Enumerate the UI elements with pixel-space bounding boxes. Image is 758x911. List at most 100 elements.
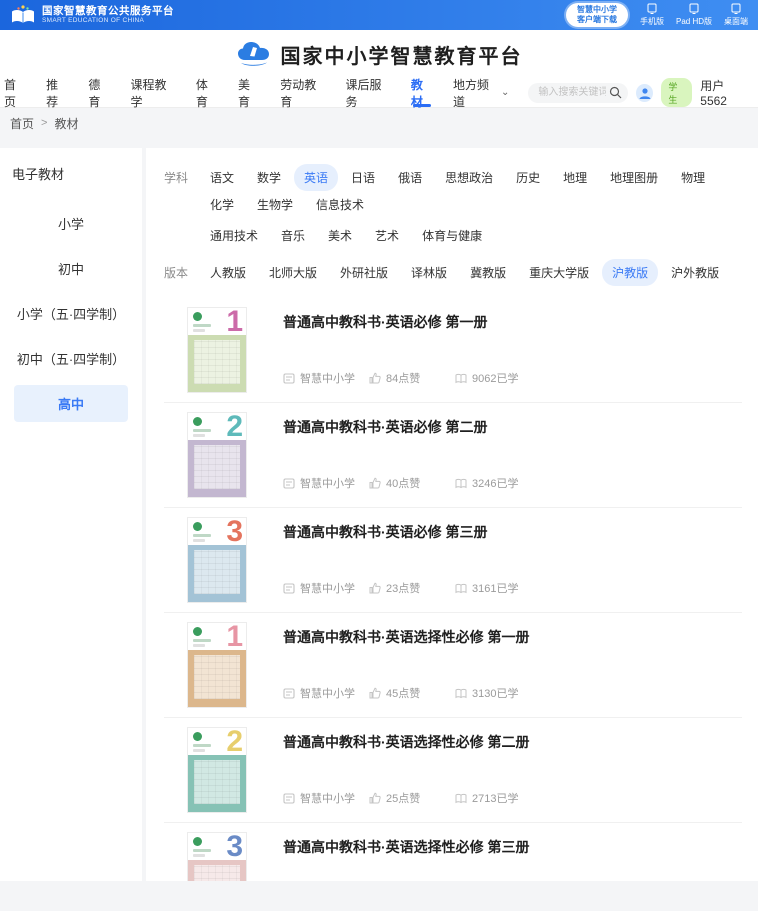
filter-option[interactable]: 译林版 — [401, 259, 457, 286]
book-row[interactable]: 2 普通高中教科书·英语必修 第二册 智慧中小学 40 — [164, 403, 742, 508]
filter-option[interactable]: 历史 — [506, 164, 550, 191]
nav-item[interactable]: 美育 ⌄ — [238, 78, 261, 107]
cover-art — [188, 335, 246, 392]
filter-option[interactable]: 沪教版 — [602, 259, 658, 286]
book-likes[interactable]: 84点赞 — [369, 370, 455, 386]
book-row[interactable]: 2 普通高中教科书·英语选择性必修 第二册 智慧中小学 — [164, 718, 742, 823]
book-row[interactable]: 3 普通高中教科书·英语选择性必修 第三册 智慧中小学 — [164, 823, 742, 881]
book-source: 智慧中小学 — [283, 580, 369, 596]
filter-option[interactable]: 英语 — [294, 164, 338, 191]
book-cover[interactable]: 1 — [188, 623, 246, 707]
filter-option[interactable]: 艺术 — [365, 222, 409, 249]
filter-option[interactable]: 外研社版 — [330, 259, 398, 286]
book-title[interactable]: 普通高中教科书·英语选择性必修 第二册 — [283, 732, 742, 752]
book-row[interactable]: 1 普通高中教科书·英语选择性必修 第一册 智慧中小学 — [164, 613, 742, 718]
book-learned-count: 9062已学 — [472, 370, 518, 386]
nav-item[interactable]: 课程教学 ⌄ — [131, 78, 177, 107]
nav-item[interactable]: 首页 ⌄ — [4, 78, 27, 107]
breadcrumb-home[interactable]: 首页 — [10, 115, 34, 132]
device-link[interactable]: 桌面端 — [724, 3, 748, 27]
filter-option[interactable]: 美术 — [318, 222, 362, 249]
cover-text-line — [193, 539, 205, 542]
sidebar-item[interactable]: 初中（五·四学制） — [14, 340, 128, 377]
book-learned: 9062已学 — [455, 370, 541, 386]
filter-option[interactable]: 人教版 — [200, 259, 256, 286]
book-likes[interactable]: 23点赞 — [369, 580, 455, 596]
book-row[interactable]: 3 普通高中教科书·英语必修 第三册 智慧中小学 23 — [164, 508, 742, 613]
book-title[interactable]: 普通高中教科书·英语必修 第三册 — [283, 522, 742, 542]
book-title[interactable]: 普通高中教科书·英语选择性必修 第一册 — [283, 627, 742, 647]
filter-option[interactable]: 地理图册 — [600, 164, 668, 191]
nav-item[interactable]: 教材 ⌄ — [411, 78, 434, 107]
nav-item[interactable]: 推荐 ⌄ — [46, 78, 69, 107]
book-meta: 智慧中小学 23点赞 3161已学 — [283, 580, 742, 596]
filter-option[interactable]: 重庆大学版 — [519, 259, 599, 286]
filter-option[interactable]: 思想政治 — [435, 164, 503, 191]
nav-item-label: 体育 — [196, 76, 219, 110]
filter-option[interactable]: 日语 — [341, 164, 385, 191]
source-badge-icon — [283, 793, 295, 804]
nav-item[interactable]: 课后服务 ⌄ — [346, 78, 392, 107]
top-banner: 国家智慧教育公共服务平台 SMART EDUCATION OF CHINA 智慧… — [0, 0, 758, 30]
search-icon[interactable] — [609, 86, 622, 99]
nav-item[interactable]: 地方频道 ⌄ — [453, 78, 509, 107]
filter-option[interactable]: 生物学 — [247, 191, 303, 218]
cover-art — [188, 755, 246, 812]
book-learned: 3161已学 — [455, 580, 541, 596]
book-cover[interactable]: 3 — [188, 518, 246, 602]
filter-option[interactable]: 数学 — [247, 164, 291, 191]
filter-row: 版本 人教版北师大版外研社版译林版冀教版重庆大学版沪教版沪外教版 — [164, 259, 742, 290]
filter-option[interactable]: 音乐 — [271, 222, 315, 249]
book-source: 智慧中小学 — [283, 685, 369, 701]
user-name[interactable]: 用户5562 — [700, 77, 748, 108]
book-cover[interactable]: 1 — [188, 308, 246, 392]
filter-option[interactable]: 俄语 — [388, 164, 432, 191]
book-title[interactable]: 普通高中教科书·英语选择性必修 第三册 — [283, 837, 742, 857]
filter-option[interactable]: 信息技术 — [306, 191, 374, 218]
book-title[interactable]: 普通高中教科书·英语必修 第二册 — [283, 417, 742, 437]
book-cover[interactable]: 2 — [188, 413, 246, 497]
filter-option[interactable]: 物理 — [671, 164, 715, 191]
filter-option[interactable]: 化学 — [200, 191, 244, 218]
open-book-icon — [455, 793, 467, 804]
filter-option[interactable]: 冀教版 — [460, 259, 516, 286]
filter-label: 学科 — [164, 164, 200, 253]
sidebar-item[interactable]: 小学 — [14, 205, 128, 242]
platform-brand[interactable]: 国家智慧教育公共服务平台 SMART EDUCATION OF CHINA — [10, 4, 174, 26]
filter-option[interactable]: 沪外教版 — [661, 259, 729, 286]
cover-volume-number: 2 — [226, 728, 243, 758]
cover-volume-number: 1 — [226, 623, 243, 653]
device-link[interactable]: Pad HD版 — [676, 3, 712, 27]
filter-option[interactable]: 体育与健康 — [412, 222, 492, 249]
publisher-logo-icon — [193, 837, 202, 846]
filter-option[interactable]: 语文 — [200, 164, 244, 191]
book-likes[interactable]: 25点赞 — [369, 790, 455, 806]
filter-option[interactable]: 北师大版 — [259, 259, 327, 286]
cover-art — [188, 860, 246, 881]
nav-item-label: 推荐 — [46, 76, 69, 110]
sidebar-item[interactable]: 初中 — [14, 250, 128, 287]
nav-item[interactable]: 劳动教育 ⌄ — [280, 78, 326, 107]
thumbs-up-icon — [369, 582, 381, 594]
book-likes[interactable]: 40点赞 — [369, 475, 455, 491]
nav-item[interactable]: 体育 ⌄ — [196, 78, 219, 107]
book-row[interactable]: 1 普通高中教科书·英语必修 第一册 智慧中小学 84 — [164, 298, 742, 403]
breadcrumb: 首页 > 教材 — [0, 108, 758, 138]
filter-option[interactable]: 通用技术 — [200, 222, 268, 249]
client-download-button[interactable]: 智慧中小学 客户端下载 — [566, 3, 628, 27]
book-cover[interactable]: 3 — [188, 833, 246, 881]
sidebar-item[interactable]: 高中 — [14, 385, 128, 422]
sidebar-item[interactable]: 小学（五·四学制） — [14, 295, 128, 332]
open-book-icon — [455, 688, 467, 699]
book-title[interactable]: 普通高中教科书·英语必修 第一册 — [283, 312, 742, 332]
device-link[interactable]: 手机版 — [640, 3, 664, 27]
book-cover[interactable]: 2 — [188, 728, 246, 812]
filter-option[interactable]: 地理 — [553, 164, 597, 191]
user-avatar[interactable] — [636, 84, 653, 102]
book-likes[interactable]: 45点赞 — [369, 685, 455, 701]
nav-item[interactable]: 德育 ⌄ — [88, 78, 111, 107]
cover-text-line — [193, 324, 211, 327]
cover-text-line — [193, 849, 211, 852]
book-source: 智慧中小学 — [283, 475, 369, 491]
book-learned: 3246已学 — [455, 475, 541, 491]
